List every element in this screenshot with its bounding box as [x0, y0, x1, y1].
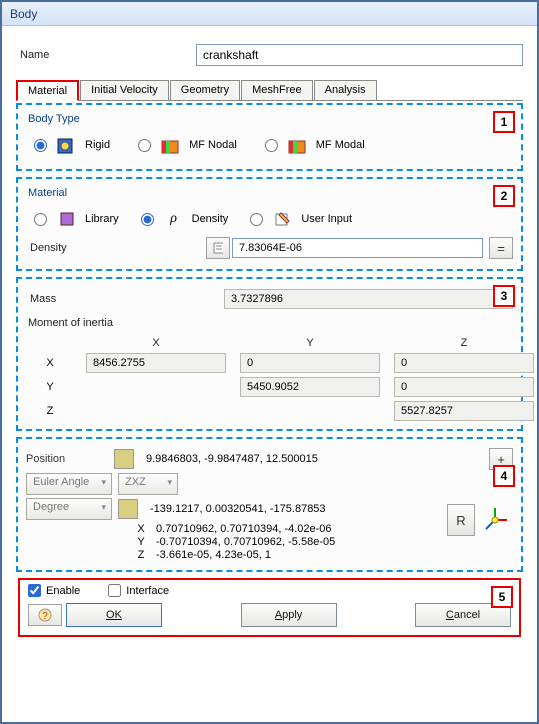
interface-label: Interface: [126, 585, 169, 597]
rigid-icon: [55, 133, 79, 157]
position-section: 4 Position + Euler Angle ZXZ Degree X0.7…: [16, 437, 523, 572]
euler-pick-button[interactable]: [118, 499, 138, 519]
bodytype-rigid-radio[interactable]: [34, 139, 47, 152]
material-density-label: Density: [192, 213, 229, 225]
moi-xx: [86, 353, 226, 373]
bodytype-mfmodal-radio[interactable]: [265, 139, 278, 152]
bodytype-header: Body Type: [28, 113, 513, 125]
window-titlebar: Body: [2, 2, 537, 26]
axes-triad-icon: [479, 504, 511, 536]
orient-y-label: Y: [134, 536, 148, 548]
moi-yy: [240, 377, 380, 397]
density-icon: ρ: [162, 207, 186, 231]
position-value: [140, 449, 483, 469]
density-calc-button[interactable]: [206, 237, 230, 259]
tab-meshfree[interactable]: MeshFree: [241, 80, 313, 100]
userinput-icon: [271, 207, 295, 231]
callout-3: 3: [493, 285, 515, 307]
moi-col-y: Y: [240, 337, 380, 349]
density-equals-button[interactable]: =: [489, 237, 513, 259]
moi-row-y: Y: [28, 381, 72, 393]
material-section: 2 Material Library ρ Density User Input: [16, 177, 523, 271]
moi-yz: [394, 377, 534, 397]
material-library-label: Library: [85, 213, 119, 225]
tab-bar: Material Initial Velocity Geometry MeshF…: [16, 80, 523, 101]
library-icon: [55, 207, 79, 231]
svg-text:?: ?: [42, 611, 48, 622]
angle-unit-dropdown[interactable]: Degree: [26, 498, 112, 520]
material-header: Material: [28, 187, 513, 199]
callout-1: 1: [493, 111, 515, 133]
mass-section: 3 Mass Moment of inertia X Y Z X Y Z: [16, 277, 523, 431]
callout-4: 4: [493, 465, 515, 487]
help-icon: ?: [37, 607, 53, 623]
bodytype-section: 1 Body Type Rigid MF Nodal: [16, 103, 523, 171]
material-userinput-label: User Input: [301, 213, 352, 225]
apply-button[interactable]: Apply: [241, 603, 337, 627]
tab-geometry[interactable]: Geometry: [170, 80, 240, 100]
bodytype-mfmodal-label: MF Modal: [316, 139, 365, 151]
help-button[interactable]: ?: [28, 604, 62, 626]
tab-initial-velocity[interactable]: Initial Velocity: [80, 80, 169, 100]
apply-rest: pply: [282, 609, 302, 621]
mfnodal-icon: [159, 133, 183, 157]
moi-col-z: Z: [394, 337, 534, 349]
dialog-content: Name Material Initial Velocity Geometry …: [2, 26, 537, 645]
enable-checkbox-group[interactable]: Enable: [28, 584, 80, 597]
bodytype-mfnodal-radio[interactable]: [138, 139, 151, 152]
moi-col-x: X: [86, 337, 226, 349]
tab-analysis[interactable]: Analysis: [314, 80, 377, 100]
reset-orient-button[interactable]: R: [447, 504, 475, 536]
moi-zz: [394, 401, 534, 421]
moi-header: Moment of inertia: [28, 317, 513, 329]
density-field-label: Density: [26, 242, 206, 254]
name-input[interactable]: [196, 44, 523, 66]
callout-5: 5: [491, 586, 513, 608]
material-userinput-radio[interactable]: [250, 213, 263, 226]
mass-label: Mass: [26, 293, 224, 305]
interface-checkbox-group[interactable]: Interface: [108, 584, 169, 597]
orient-x-label: X: [134, 523, 148, 535]
position-pick-button[interactable]: [114, 449, 134, 469]
callout-2: 2: [493, 185, 515, 207]
calculator-icon: [213, 242, 223, 254]
bodytype-mfnodal-label: MF Nodal: [189, 139, 237, 151]
orient-x-value: 0.70710962, 0.70710394, -4.02e-06: [156, 523, 332, 535]
enable-label: Enable: [46, 585, 80, 597]
mass-value: [224, 289, 513, 309]
material-density-radio[interactable]: [141, 213, 154, 226]
cancel-rest: ancel: [454, 609, 480, 621]
material-library-radio[interactable]: [34, 213, 47, 226]
interface-checkbox[interactable]: [108, 584, 121, 597]
orient-z-label: Z: [134, 549, 148, 561]
tab-material[interactable]: Material: [16, 80, 79, 101]
ok-button[interactable]: OK: [66, 603, 162, 627]
position-label: Position: [26, 453, 108, 465]
mfmodal-icon: [286, 133, 310, 157]
name-label: Name: [16, 49, 196, 61]
euler-order-dropdown[interactable]: ZXZ: [118, 473, 178, 495]
euler-angle-dropdown[interactable]: Euler Angle: [26, 473, 112, 495]
density-input[interactable]: [232, 238, 483, 258]
moi-row-z: Z: [28, 405, 72, 417]
bodytype-rigid-label: Rigid: [85, 139, 110, 151]
moi-grid: X Y Z X Y Z: [28, 337, 513, 421]
moi-row-x: X: [28, 357, 72, 369]
enable-checkbox[interactable]: [28, 584, 41, 597]
orient-z-value: -3.661e-05, 4.23e-05, 1: [156, 549, 271, 561]
moi-xz: [394, 353, 534, 373]
moi-xy: [240, 353, 380, 373]
dialog-footer: 5 Enable Interface ? OK Apply Cancel: [18, 578, 521, 637]
orient-y-value: -0.70710394, 0.70710962, -5.58e-05: [156, 536, 335, 548]
